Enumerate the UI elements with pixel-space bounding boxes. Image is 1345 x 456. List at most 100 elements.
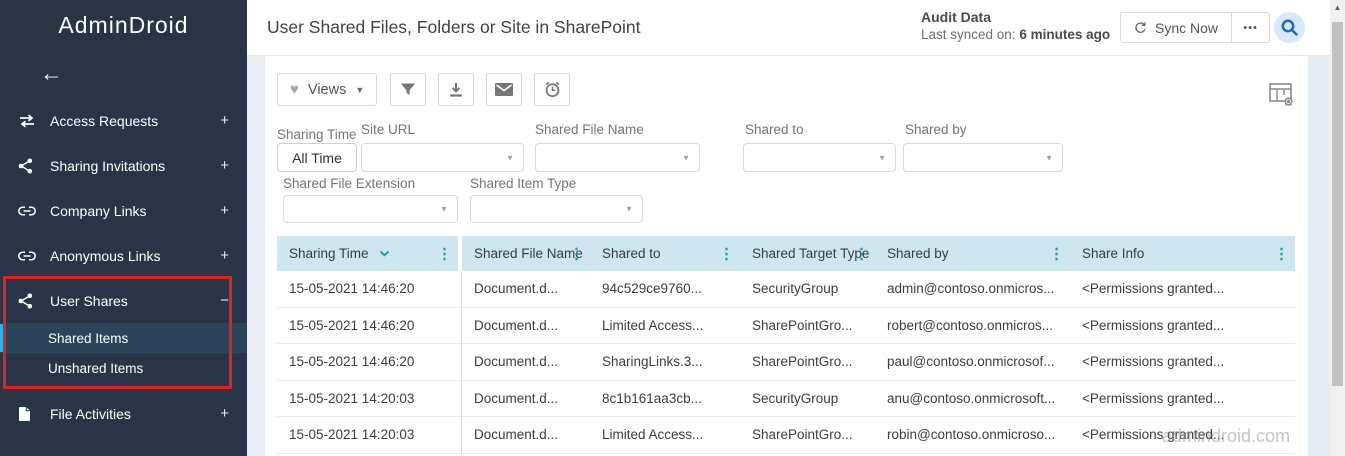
column-label: Sharing Time bbox=[289, 246, 369, 261]
column-header-shared-file-name[interactable]: Shared File Name ⋮ bbox=[462, 236, 590, 271]
cell-shared-by: robert@contoso.onmicros... bbox=[887, 317, 1054, 333]
column-label: Shared File Name bbox=[474, 246, 583, 261]
sidebar-subitem-shared-items[interactable]: Shared Items bbox=[0, 323, 247, 353]
report-panel: ♥ Views ▼ Sharing Time All Time Site URL… bbox=[265, 56, 1308, 456]
cell-sharing-time: 15-05-2021 14:46:20 bbox=[277, 271, 462, 307]
funnel-icon bbox=[401, 83, 415, 95]
column-menu-icon[interactable]: ⋮ bbox=[854, 246, 869, 261]
filter-button[interactable] bbox=[390, 73, 426, 106]
shared-to-label: Shared to bbox=[745, 122, 804, 137]
link-icon bbox=[18, 250, 38, 261]
table-row[interactable]: 15-05-2021 14:46:20 Document.d... Limite… bbox=[277, 307, 1295, 344]
chevron-down-icon: ▼ bbox=[1045, 153, 1053, 162]
chevron-down-icon: ▼ bbox=[625, 204, 633, 214]
column-menu-icon[interactable]: ⋮ bbox=[1049, 246, 1064, 261]
column-menu-icon[interactable]: ⋮ bbox=[1274, 246, 1289, 261]
shared-file-name-label: Shared File Name bbox=[535, 122, 644, 137]
shared-item-type-label: Shared Item Type bbox=[470, 176, 577, 191]
column-menu-icon[interactable]: ⋮ bbox=[437, 246, 452, 261]
scroll-up-arrow[interactable]: ▲ bbox=[1330, 3, 1345, 12]
collapse-minus-icon[interactable]: − bbox=[220, 292, 229, 309]
audit-data-status: Audit Data Last synced on: 6 minutes ago bbox=[921, 9, 1121, 42]
email-button[interactable] bbox=[486, 73, 522, 106]
column-label: Share Info bbox=[1082, 246, 1145, 261]
file-icon bbox=[18, 406, 38, 422]
schedule-button[interactable] bbox=[534, 73, 570, 106]
search-icon bbox=[1281, 19, 1298, 36]
views-dropdown-button[interactable]: ♥ Views ▼ bbox=[277, 73, 378, 106]
cell-shared-target-type: SharePointGro... bbox=[752, 354, 853, 370]
shared-item-type-dropdown[interactable]: ▼ bbox=[470, 195, 643, 223]
table-row[interactable]: 15-05-2021 14:20:03 Document.d... Limite… bbox=[277, 417, 1295, 454]
shared-to-dropdown[interactable]: ▼ bbox=[743, 143, 896, 172]
column-menu-icon[interactable]: ⋮ bbox=[719, 246, 734, 261]
column-header-shared-target-type[interactable]: Shared Target Type ⋮ bbox=[740, 236, 875, 271]
sidebar-subitem-unshared-items[interactable]: Unshared Items bbox=[0, 353, 247, 383]
refresh-icon bbox=[1135, 21, 1146, 33]
column-chooser-button[interactable] bbox=[1268, 81, 1296, 109]
sidebar-collapse-icon[interactable]: ← bbox=[40, 60, 63, 87]
cell-sharing-time: 15-05-2021 14:46:20 bbox=[277, 344, 462, 380]
sidebar-item-user-shares[interactable]: User Shares − bbox=[0, 278, 247, 323]
last-synced-label: Last synced on: bbox=[921, 27, 1020, 42]
cell-shared-target-type: SecurityGroup bbox=[752, 390, 839, 406]
page-title: User Shared Files, Folders or Site in Sh… bbox=[267, 17, 641, 37]
envelope-icon bbox=[495, 83, 513, 96]
sidebar-item-label: File Activities bbox=[50, 405, 131, 422]
shared-by-label: Shared by bbox=[905, 122, 967, 137]
sharing-time-filter[interactable]: All Time bbox=[277, 143, 357, 172]
column-menu-icon[interactable]: ⋮ bbox=[569, 246, 584, 261]
selected-accent-bar bbox=[0, 324, 4, 352]
sharing-time-label: Sharing Time bbox=[277, 127, 357, 142]
table-row[interactable]: 15-05-2021 14:46:20 Document.d... 94c529… bbox=[277, 271, 1295, 308]
chevron-down-icon: ▼ bbox=[682, 153, 690, 162]
sidebar-subitem-label: Unshared Items bbox=[48, 360, 144, 376]
download-button[interactable] bbox=[438, 73, 474, 106]
expand-icon[interactable]: + bbox=[220, 202, 229, 219]
scrollbar-thumb[interactable] bbox=[1332, 22, 1343, 386]
cell-shared-by: admin@contoso.onmicros... bbox=[887, 281, 1055, 297]
sync-button-group: Sync Now ••• bbox=[1120, 12, 1271, 43]
sidebar-item-access-requests[interactable]: Access Requests + bbox=[0, 98, 247, 143]
column-label: Shared to bbox=[602, 246, 661, 261]
cell-shared-by: anu@contoso.onmicrosoft... bbox=[887, 390, 1056, 406]
cell-sharing-time: 15-05-2021 14:20:03 bbox=[277, 380, 462, 416]
cell-shared-file-name: Document.d... bbox=[474, 354, 559, 370]
table-row[interactable]: 15-05-2021 14:20:03 Document.d... 8c1b16… bbox=[277, 380, 1295, 417]
column-header-shared-to[interactable]: Shared to ⋮ bbox=[590, 236, 740, 271]
sidebar-item-company-links[interactable]: Company Links + bbox=[0, 188, 247, 233]
column-header-share-info[interactable]: Share Info ⋮ bbox=[1070, 236, 1295, 271]
more-options-button[interactable]: ••• bbox=[1231, 13, 1269, 42]
vertical-scrollbar: ▲ bbox=[1330, 0, 1345, 456]
sort-desc-icon bbox=[379, 250, 390, 257]
expand-icon[interactable]: + bbox=[220, 247, 229, 264]
site-url-dropdown[interactable]: ▼ bbox=[361, 143, 524, 172]
cell-shared-to: 8c1b161aa3cb... bbox=[602, 390, 702, 406]
shared-file-name-dropdown[interactable]: ▼ bbox=[535, 143, 700, 172]
sidebar-item-label: User Shares bbox=[50, 292, 128, 309]
column-header-shared-by[interactable]: Shared by ⋮ bbox=[875, 236, 1070, 271]
expand-icon[interactable]: + bbox=[220, 112, 229, 129]
report-grid: Sharing Time ⋮ Shared File Name ⋮ Shared… bbox=[277, 236, 1295, 454]
cell-shared-by: robin@contoso.onmicroso... bbox=[887, 427, 1056, 443]
sidebar-item-sharing-invitations[interactable]: Sharing Invitations + bbox=[0, 143, 247, 188]
search-button[interactable] bbox=[1274, 12, 1305, 43]
content-right-gutter bbox=[1308, 56, 1330, 456]
expand-icon[interactable]: + bbox=[220, 405, 229, 422]
column-header-sharing-time[interactable]: Sharing Time ⋮ bbox=[277, 236, 462, 271]
app-logo: AdminDroid bbox=[58, 12, 189, 38]
expand-icon[interactable]: + bbox=[220, 157, 229, 174]
shared-file-extension-dropdown[interactable]: ▼ bbox=[283, 195, 458, 223]
last-synced-text: Last synced on: 6 minutes ago bbox=[921, 27, 1121, 42]
swap-arrows-icon bbox=[18, 114, 38, 128]
sync-now-button[interactable]: Sync Now bbox=[1121, 13, 1231, 42]
cell-shared-target-type: SharePointGro... bbox=[752, 427, 853, 443]
sidebar-item-label: Sharing Invitations bbox=[50, 157, 166, 174]
cell-shared-file-name: Document.d... bbox=[474, 390, 559, 406]
link-icon bbox=[18, 205, 38, 216]
shared-by-dropdown[interactable]: ▼ bbox=[903, 143, 1063, 172]
sidebar-item-anonymous-links[interactable]: Anonymous Links + bbox=[0, 233, 247, 278]
download-icon bbox=[450, 82, 462, 97]
table-row[interactable]: 15-05-2021 14:46:20 Document.d... Sharin… bbox=[277, 344, 1295, 381]
sidebar-item-file-activities[interactable]: File Activities + bbox=[0, 391, 247, 436]
